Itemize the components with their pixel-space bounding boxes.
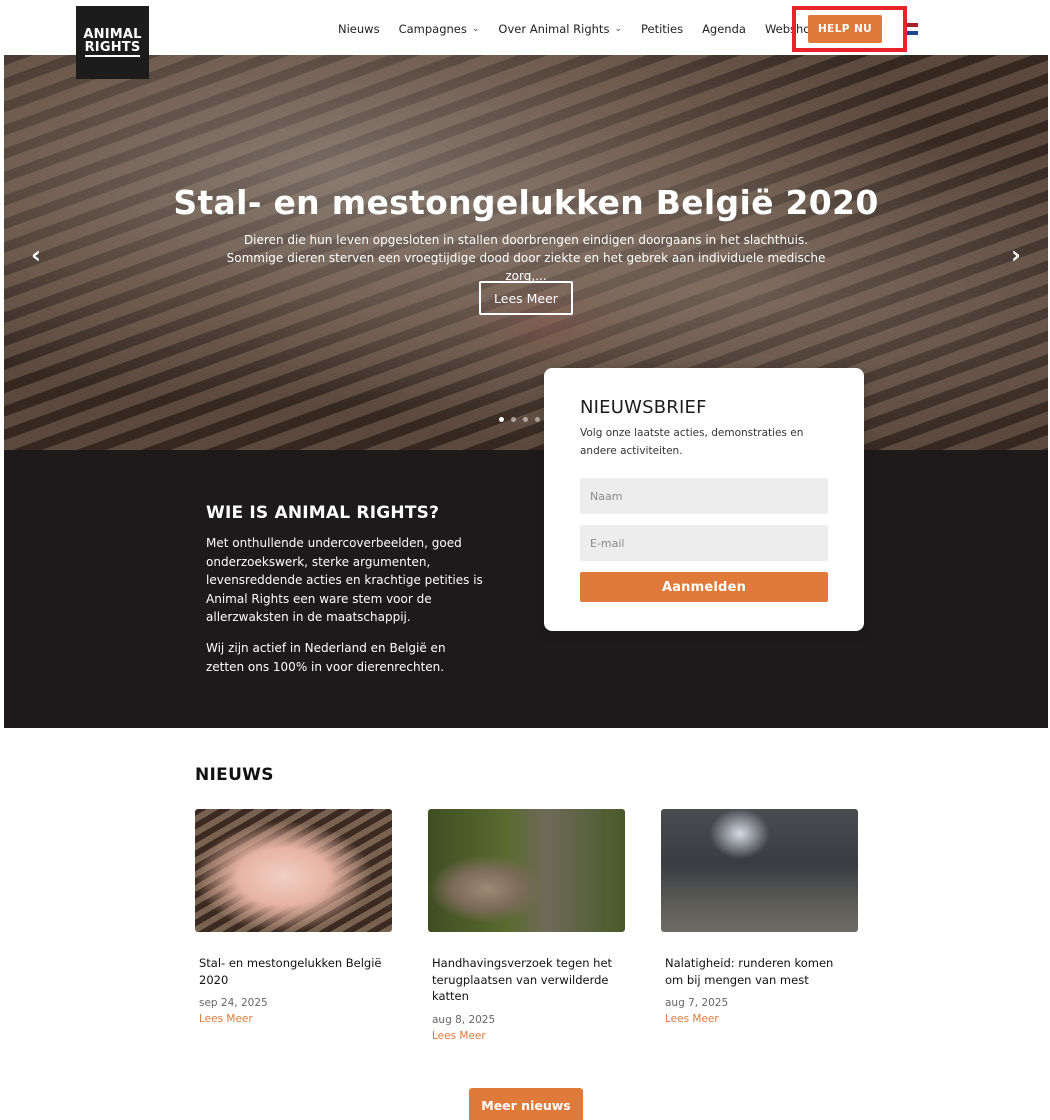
logo-line-2: RIGHTS bbox=[84, 40, 141, 57]
nav-item-petities[interactable]: Petities bbox=[641, 22, 683, 36]
main-nav: Nieuws Campagnes ⌄ Over Animal Rights ⌄ … bbox=[338, 22, 837, 36]
hero-title: Stal- en mestongelukken België 2020 bbox=[173, 183, 879, 222]
about-paragraph: Wij zijn actief in Nederland en België e… bbox=[206, 641, 446, 674]
news-headline[interactable]: Stal- en mestongelukken België 2020 bbox=[195, 955, 385, 988]
dutch-flag-icon[interactable] bbox=[907, 23, 918, 35]
nav-label: Over Animal Rights bbox=[498, 22, 610, 36]
newsletter-card: NIEUWSBRIEF Volg onze laatste acties, de… bbox=[544, 368, 864, 631]
chevron-down-icon: ⌄ bbox=[471, 24, 480, 34]
news-card[interactable]: Nalatigheid: runderen komen om bij menge… bbox=[661, 809, 858, 1025]
slider-dots bbox=[499, 417, 547, 422]
hero-description: Dieren die hun leven opgesloten in stall… bbox=[226, 233, 826, 283]
news-title: NIEUWS bbox=[195, 765, 274, 785]
news-read-more-link[interactable]: Lees Meer bbox=[428, 1030, 625, 1042]
news-date: aug 7, 2025 bbox=[665, 997, 729, 1009]
news-image[interactable] bbox=[428, 809, 625, 932]
nav-item-nieuws[interactable]: Nieuws bbox=[338, 22, 380, 36]
newsletter-description: Volg onze laatste acties, demonstraties … bbox=[580, 427, 804, 457]
news-headline[interactable]: Nalatigheid: runderen komen om bij menge… bbox=[661, 955, 851, 988]
nav-item-campagnes[interactable]: Campagnes ⌄ bbox=[399, 22, 480, 36]
nav-item-over-animal-rights[interactable]: Over Animal Rights ⌄ bbox=[498, 22, 622, 36]
news-read-more-link[interactable]: Lees Meer bbox=[661, 1013, 858, 1025]
name-field[interactable] bbox=[580, 478, 828, 514]
slider-dot[interactable] bbox=[511, 417, 516, 422]
slider-dot[interactable] bbox=[535, 417, 540, 422]
email-field[interactable] bbox=[580, 525, 828, 561]
chevron-right-icon[interactable]: › bbox=[1011, 241, 1021, 269]
about-title: WIE IS ANIMAL RIGHTS? bbox=[206, 503, 440, 523]
hero-slider: Stal- en mestongelukken België 2020 Dier… bbox=[4, 55, 1048, 450]
hero-read-more-button[interactable]: Lees Meer bbox=[479, 281, 573, 315]
nav-item-agenda[interactable]: Agenda bbox=[702, 22, 746, 36]
chevron-down-icon: ⌄ bbox=[614, 24, 622, 34]
news-image[interactable] bbox=[195, 809, 392, 932]
chevron-left-icon[interactable]: ‹ bbox=[31, 241, 41, 269]
about-paragraph: Met onthullende undercoverbeelden, goed … bbox=[206, 536, 483, 624]
nav-label: Agenda bbox=[702, 22, 746, 36]
about-section: WIE IS ANIMAL RIGHTS? Met onthullende un… bbox=[4, 450, 1048, 728]
site-header: ANIMAL RIGHTS Nieuws Campagnes ⌄ Over An… bbox=[4, 6, 1048, 79]
news-read-more-link[interactable]: Lees Meer bbox=[195, 1013, 392, 1025]
more-news-button[interactable]: Meer nieuws bbox=[469, 1088, 583, 1120]
page: ANIMAL RIGHTS Nieuws Campagnes ⌄ Over An… bbox=[4, 6, 1048, 1120]
nav-label: Nieuws bbox=[338, 22, 380, 36]
slider-dot[interactable] bbox=[499, 417, 504, 422]
news-card[interactable]: Handhavingsverzoek tegen het terugplaats… bbox=[428, 809, 625, 1042]
subscribe-button[interactable]: Aanmelden bbox=[580, 572, 828, 602]
news-date: sep 24, 2025 bbox=[199, 997, 268, 1009]
newsletter-title: NIEUWSBRIEF bbox=[580, 397, 707, 418]
news-date: aug 8, 2025 bbox=[432, 1013, 496, 1026]
site-logo[interactable]: ANIMAL RIGHTS bbox=[76, 6, 149, 79]
nav-label: Campagnes bbox=[398, 22, 467, 36]
news-image[interactable] bbox=[661, 809, 858, 932]
slider-dot[interactable] bbox=[523, 417, 528, 422]
news-card[interactable]: Stal- en mestongelukken België 2020 sep … bbox=[195, 809, 392, 1025]
nav-label: Petities bbox=[640, 22, 684, 36]
news-headline[interactable]: Handhavingsverzoek tegen het terugplaats… bbox=[428, 955, 618, 1005]
help-now-button[interactable]: HELP NU bbox=[808, 15, 882, 43]
